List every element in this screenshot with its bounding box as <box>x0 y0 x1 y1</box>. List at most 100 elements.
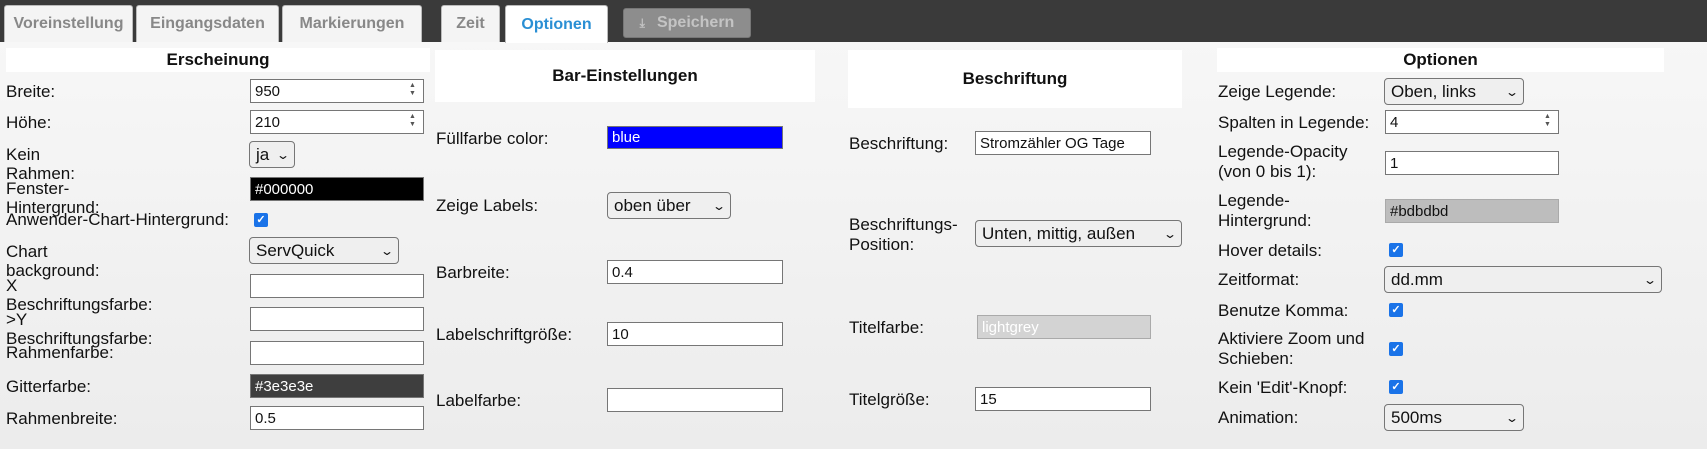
zoom-label-line1: Aktiviere Zoom und <box>1218 329 1365 348</box>
rahmenbreite-input[interactable]: 0.5 <box>250 406 424 430</box>
tab-zeit[interactable]: Zeit <box>441 5 500 42</box>
chevron-down-icon: ⌄ <box>379 243 395 258</box>
breite-spinner-icon[interactable]: ▲ ▼ <box>405 82 420 100</box>
titelfarbe-label: Titelfarbe: <box>849 318 924 337</box>
hoehe-input[interactable]: 210 ▲ ▼ <box>250 110 424 134</box>
barbreite-input[interactable]: 0.4 <box>607 260 783 284</box>
fuellfarbe-value: blue <box>612 129 641 146</box>
gitterfarbe-value: #3e3e3e <box>255 377 314 395</box>
caption-header: Beschriftung <box>848 50 1182 108</box>
beschriftung-value: Stromzähler OG Tage <box>980 134 1125 152</box>
hover-label: Hover details: <box>1218 241 1322 260</box>
anwender-hintergrund-checkbox[interactable]: ✓ <box>254 213 268 227</box>
hover-checkbox[interactable]: ✓ <box>1389 243 1403 257</box>
opacity-label-line2: (von 0 bis 1): <box>1218 162 1317 181</box>
labelschrift-label: Labelschriftgröße: <box>436 325 573 344</box>
chart-background-value: ServQuick <box>256 240 335 260</box>
breite-label: Breite: <box>6 82 56 101</box>
opacity-input[interactable]: 1 <box>1385 151 1559 175</box>
kein-rahmen-value: ja <box>256 144 270 164</box>
legende-hintergrund-value: #bdbdbd <box>1390 202 1449 220</box>
position-label-line1: Beschriftungs- <box>849 215 958 234</box>
opacity-value: 1 <box>1390 154 1399 172</box>
gitterfarbe-label: Gitterfarbe: <box>6 377 92 396</box>
legende-hintergrund-label-line2: Hintergrund: <box>1218 211 1312 230</box>
anwender-hintergrund-label: Anwender-Chart-Hintergrund: <box>6 210 229 229</box>
opacity-label-line1: Legende-Opacity <box>1218 142 1348 161</box>
hoehe-spinner-icon[interactable]: ▲ ▼ <box>405 113 420 131</box>
titelgroesse-label: Titelgröße: <box>849 390 930 409</box>
zeitformat-select[interactable]: dd.mm ⌄ <box>1384 266 1662 293</box>
tab-eingangsdaten[interactable]: Eingangsdaten <box>136 5 279 42</box>
kein-rahmen-select[interactable]: ja ⌄ <box>249 141 295 168</box>
labelschrift-input[interactable]: 10 <box>607 322 783 346</box>
position-select[interactable]: Unten, mittig, außen ⌄ <box>975 220 1182 247</box>
animation-label: Animation: <box>1218 408 1299 427</box>
position-label-line2: Position: <box>849 235 915 254</box>
labelschrift-value: 10 <box>612 325 629 343</box>
komma-checkbox[interactable]: ✓ <box>1389 303 1403 317</box>
breite-value: 950 <box>255 82 281 100</box>
legende-hintergrund-input[interactable]: #bdbdbd <box>1385 199 1559 223</box>
spalten-value: 4 <box>1390 113 1399 131</box>
rahmenfarbe-label: Rahmenfarbe: <box>6 343 114 362</box>
titelfarbe-input[interactable]: lightgrey <box>977 315 1151 339</box>
tab-markierungen[interactable]: Markierungen <box>282 5 422 42</box>
zeige-legende-select[interactable]: Oben, links ⌄ <box>1384 78 1524 105</box>
top-tab-bar: Voreinstellung Eingangsdaten Markierunge… <box>0 0 1707 43</box>
chevron-down-icon: ⌄ <box>1162 226 1178 241</box>
fenster-hintergrund-input[interactable]: #000000 <box>250 177 424 201</box>
chevron-down-icon: ⌄ <box>711 198 727 213</box>
chevron-down-icon: ⌄ <box>1504 84 1520 99</box>
zeige-labels-select[interactable]: oben über ⌄ <box>607 192 731 219</box>
spalten-label: Spalten in Legende: <box>1218 113 1370 132</box>
animation-value: 500ms <box>1391 407 1443 427</box>
rahmenbreite-label: Rahmenbreite: <box>6 409 118 428</box>
save-button-label: Speichern <box>656 14 735 31</box>
kein-rahmen-label: Kein Rahmen: <box>6 145 75 183</box>
zeitformat-label: Zeitformat: <box>1218 270 1300 289</box>
chart-background-label: Chart background: <box>6 242 100 280</box>
appearance-header: Erscheinung <box>6 48 430 72</box>
tab-voreinstellung[interactable]: Voreinstellung <box>4 5 133 42</box>
x-farbe-input[interactable] <box>250 274 424 298</box>
titelgroesse-value: 15 <box>980 390 997 408</box>
beschriftung-label: Beschriftung: <box>849 134 949 153</box>
labelfarbe-label: Labelfarbe: <box>436 391 522 410</box>
gitterfarbe-input[interactable]: #3e3e3e <box>250 374 424 398</box>
animation-select[interactable]: 500ms ⌄ <box>1384 404 1524 431</box>
zeige-labels-value: oben über <box>614 195 691 215</box>
labelfarbe-input[interactable] <box>607 388 783 412</box>
beschriftung-input[interactable]: Stromzähler OG Tage <box>975 131 1151 155</box>
tab-optionen[interactable]: Optionen <box>505 5 608 43</box>
rahmenfarbe-input[interactable] <box>250 341 424 365</box>
spalten-input[interactable]: 4 ▲ ▼ <box>1385 110 1559 134</box>
legende-hintergrund-label-line1: Legende- <box>1218 191 1290 210</box>
options-header: Optionen <box>1217 48 1664 72</box>
chart-background-select[interactable]: ServQuick ⌄ <box>249 237 399 264</box>
titelfarbe-value: lightgrey <box>982 318 1039 336</box>
spalten-spinner-icon[interactable]: ▲ ▼ <box>1540 113 1555 131</box>
position-value: Unten, mittig, außen <box>982 223 1136 243</box>
breite-input[interactable]: 950 ▲ ▼ <box>250 79 424 103</box>
zoom-label-line2: Schieben: <box>1218 349 1294 368</box>
download-icon: ⤓ <box>639 15 645 30</box>
chevron-down-icon: ⌄ <box>1642 272 1658 287</box>
barbreite-label: Barbreite: <box>436 263 510 282</box>
titelgroesse-input[interactable]: 15 <box>975 387 1151 411</box>
zeitformat-value: dd.mm <box>1391 269 1443 289</box>
edit-checkbox[interactable]: ✓ <box>1389 380 1403 394</box>
chevron-down-icon: ⌄ <box>1504 410 1520 425</box>
save-button[interactable]: ⤓ Speichern <box>623 8 751 38</box>
zeige-labels-label: Zeige Labels: <box>436 196 539 215</box>
hoehe-label: Höhe: <box>6 113 52 132</box>
edit-label: Kein 'Edit'-Knopf: <box>1218 378 1348 397</box>
zoom-checkbox[interactable]: ✓ <box>1389 342 1403 356</box>
y-farbe-input[interactable] <box>250 307 424 331</box>
fuellfarbe-input[interactable]: blue <box>607 126 783 149</box>
chevron-down-icon: ⌄ <box>275 147 291 162</box>
x-farbe-label: X Beschriftungsfarbe: <box>6 276 153 314</box>
komma-label: Benutze Komma: <box>1218 301 1349 320</box>
zeige-legende-value: Oben, links <box>1391 81 1477 101</box>
bar-header: Bar-Einstellungen <box>435 50 815 102</box>
